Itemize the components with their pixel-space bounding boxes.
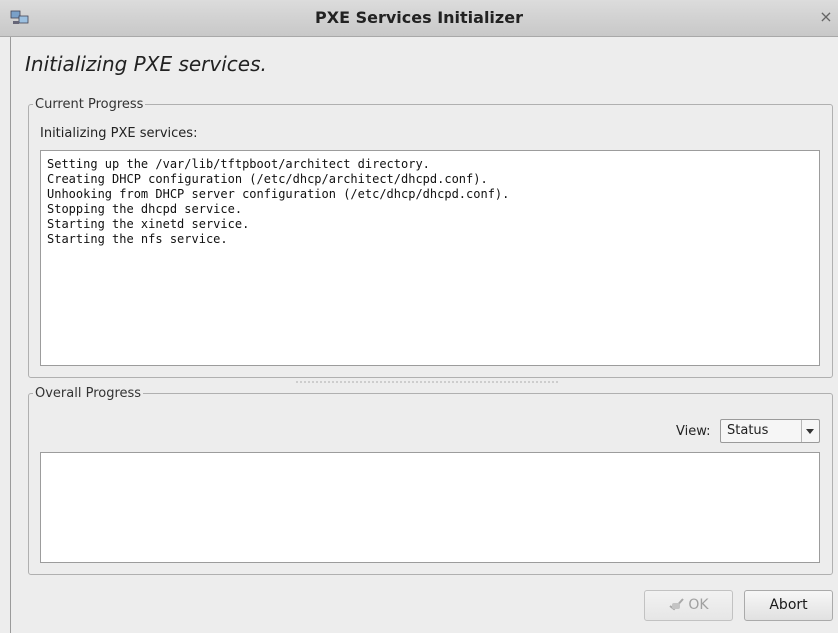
ok-button[interactable]: OK [644,590,733,621]
checkmark-hand-icon [669,598,685,611]
current-progress-label: Initializing PXE services: [40,126,198,141]
log-line: Starting the xinetd service. [47,217,250,231]
abort-button[interactable]: Abort [744,590,833,621]
overall-progress-legend: Overall Progress [35,386,142,401]
chevron-down-icon [806,429,814,434]
view-label: View: [676,424,711,439]
window-frame-edge [10,37,11,633]
log-line: Setting up the /var/lib/tftpboot/archite… [47,157,430,171]
view-dropdown[interactable]: Status [720,419,820,443]
ok-button-label: OK [688,597,709,613]
log-line: Creating DHCP configuration (/etc/dhcp/a… [47,172,488,186]
close-icon[interactable]: × [818,9,834,25]
dropdown-divider [801,420,802,442]
view-dropdown-value: Status [727,423,769,438]
current-progress-legend: Current Progress [35,97,144,112]
log-line: Unhooking from DHCP server configuration… [47,187,510,201]
title-bar[interactable]: PXE Services Initializer × [0,0,838,37]
window-title: PXE Services Initializer [315,8,523,27]
progress-log-textarea[interactable]: Setting up the /var/lib/tftpboot/archite… [40,150,820,366]
pane-splitter-handle[interactable] [295,380,560,384]
log-line: Starting the nfs service. [47,232,228,246]
page-title: Initializing PXE services. [25,52,267,76]
log-line: Stopping the dhcpd service. [47,202,243,216]
status-textarea[interactable] [40,452,820,563]
